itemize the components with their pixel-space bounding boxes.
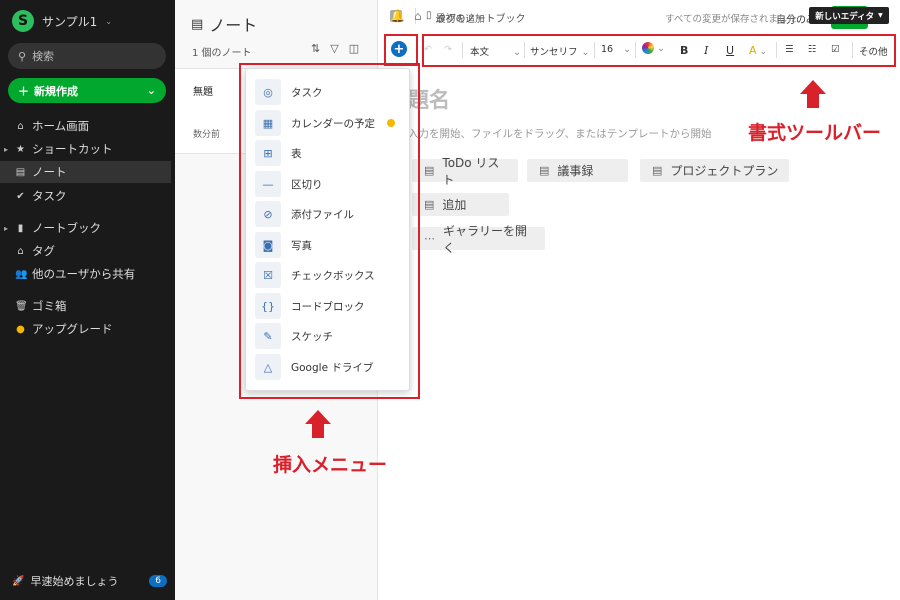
- sidebar-item-label: 他のユーザから共有: [32, 267, 136, 281]
- new-button-label: 新規作成: [34, 84, 78, 98]
- tag-icon: ⌂: [17, 245, 24, 257]
- sidebar-item-label: ノート: [32, 165, 67, 179]
- quick-start-badge: 6: [149, 575, 167, 587]
- new-note-button[interactable]: ＋ 新規作成 ⌄: [8, 78, 166, 103]
- note-card-title: 無題: [193, 87, 213, 98]
- sidebar-item-label: ショートカット: [32, 142, 113, 156]
- evernote-logo-icon: S: [12, 10, 34, 32]
- quick-start-label: 早速始めましょう: [30, 575, 119, 588]
- add-template-button[interactable]: ▤ 追加: [412, 193, 509, 216]
- sidebar-item-shortcuts[interactable]: ▸ ★ ショートカット: [0, 138, 175, 160]
- add-tag-input[interactable]: タグを追加: [437, 11, 485, 25]
- gallery-label: ギャラリーを開く: [443, 223, 528, 255]
- sidebar-item-tasks[interactable]: ✔ タスク: [0, 185, 175, 207]
- toolbar-arrow-icon: [800, 80, 826, 94]
- sidebar-item-tags[interactable]: ⌂ タグ: [0, 240, 175, 262]
- sidebar-item-trash[interactable]: 🗑 ゴミ箱: [0, 295, 175, 317]
- search-input[interactable]: ⚲ 検索: [8, 43, 166, 69]
- template-label: ToDo リスト: [442, 155, 500, 187]
- sidebar-item-notebooks[interactable]: ▸ ▮ ノートブック: [0, 217, 175, 239]
- sidebar-item-label: タグ: [32, 244, 55, 258]
- home-icon: ⌂: [17, 120, 24, 132]
- chevron-down-icon: ⌄: [105, 16, 112, 26]
- chevron-down-icon: ⌄: [146, 84, 156, 97]
- plus-button-highlight: [384, 34, 418, 66]
- quick-start-button[interactable]: 🚀 早速始めましょう 6: [12, 573, 167, 589]
- reminder-bell-icon[interactable]: 🔔: [390, 9, 405, 23]
- sidebar-item-label: ホーム画面: [32, 119, 90, 133]
- menu-arrow-stem: [312, 424, 324, 438]
- template-label: プロジェクトプラン: [670, 164, 779, 178]
- search-icon: ⚲: [18, 49, 27, 63]
- open-gallery-button[interactable]: ⋯ ギャラリーを開く: [412, 224, 545, 255]
- note-count: 1 個のノート: [192, 48, 252, 59]
- shared-users-icon: 👥: [15, 268, 28, 280]
- note-list-title: ▤ ノート: [191, 12, 257, 36]
- menu-arrow-icon: [305, 410, 331, 424]
- sidebar-item-label: タスク: [32, 189, 67, 203]
- toolbar-annotation-label: 書式ツールバー: [748, 122, 882, 144]
- sidebar-item-label: アップグレード: [32, 322, 113, 336]
- sort-icon[interactable]: ⇅: [311, 42, 320, 55]
- add-document-icon: ▤: [424, 198, 435, 211]
- sidebar-item-upgrade[interactable]: ● アップグレード: [0, 318, 175, 340]
- sidebar-item-home[interactable]: ⌂ ホーム画面: [0, 115, 175, 137]
- plus-icon: ＋: [18, 84, 29, 98]
- search-placeholder: 検索: [32, 50, 55, 63]
- filter-icon[interactable]: ▽: [330, 42, 338, 55]
- toolbar-arrow-stem: [807, 94, 819, 108]
- template-minutes-button[interactable]: ▤ 議事録: [527, 159, 628, 182]
- note-icon: ▤: [191, 16, 204, 32]
- ellipsis-icon: ⋯: [424, 232, 435, 245]
- insert-menu-highlight: [239, 63, 420, 399]
- template-label: 議事録: [557, 164, 594, 178]
- sidebar: S サンプル1 ⌄ ⚲ 検索 ＋ 新規作成 ⌄ ⌂ ホーム画面 ▸ ★ ショート…: [0, 0, 175, 600]
- menu-annotation-label: 挿入メニュー: [273, 454, 388, 476]
- toolbar-highlight: [422, 34, 896, 67]
- note-body-placeholder[interactable]: 入力を開始、ファイルをドラッグ、またはテンプレートから開始: [408, 126, 711, 141]
- view-options-icon[interactable]: ◫: [349, 42, 359, 55]
- note-icon: ▤: [15, 166, 26, 178]
- template-project-button[interactable]: ▤ プロジェクトプラン: [640, 159, 789, 182]
- task-icon: ✔: [16, 190, 25, 202]
- sidebar-item-label: ノートブック: [32, 221, 101, 235]
- caret-right-icon: ▸: [4, 223, 9, 233]
- caret-down-icon: ▼: [878, 12, 883, 19]
- sidebar-item-label: ゴミ箱: [32, 299, 67, 313]
- notebook-icon: ▮: [17, 222, 24, 234]
- sidebar-item-notes[interactable]: ▤ ノート: [0, 161, 171, 183]
- add-tag-icon[interactable]: ⌂: [414, 9, 422, 23]
- template-todo-button[interactable]: ▤ ToDo リスト: [412, 156, 518, 187]
- caret-right-icon: ▸: [4, 144, 9, 154]
- document-icon: ▤: [539, 164, 550, 177]
- rocket-icon: 🚀: [12, 575, 25, 587]
- note-list-tools: ⇅ ▽ ◫: [311, 42, 359, 55]
- save-status: すべての変更が保存されました: [665, 14, 797, 25]
- add-label: 追加: [442, 198, 467, 212]
- new-editor-button[interactable]: 新しいエディタ ▼: [809, 7, 889, 24]
- notebook-icon: ▯: [426, 10, 432, 21]
- star-icon: ★: [16, 143, 25, 155]
- account-name: サンプル1: [42, 14, 98, 29]
- upgrade-icon: ●: [16, 323, 25, 335]
- new-editor-label: 新しいエディタ: [815, 11, 875, 22]
- trash-icon: 🗑: [15, 300, 28, 312]
- note-list-title-text: ノート: [209, 16, 258, 35]
- document-icon: ▤: [652, 164, 663, 177]
- sidebar-item-shared[interactable]: 👥 他のユーザから共有: [0, 263, 175, 285]
- document-icon: ▤: [424, 164, 435, 177]
- account-switcher[interactable]: S サンプル1 ⌄: [12, 10, 112, 32]
- note-card-date: 数分前: [193, 130, 221, 140]
